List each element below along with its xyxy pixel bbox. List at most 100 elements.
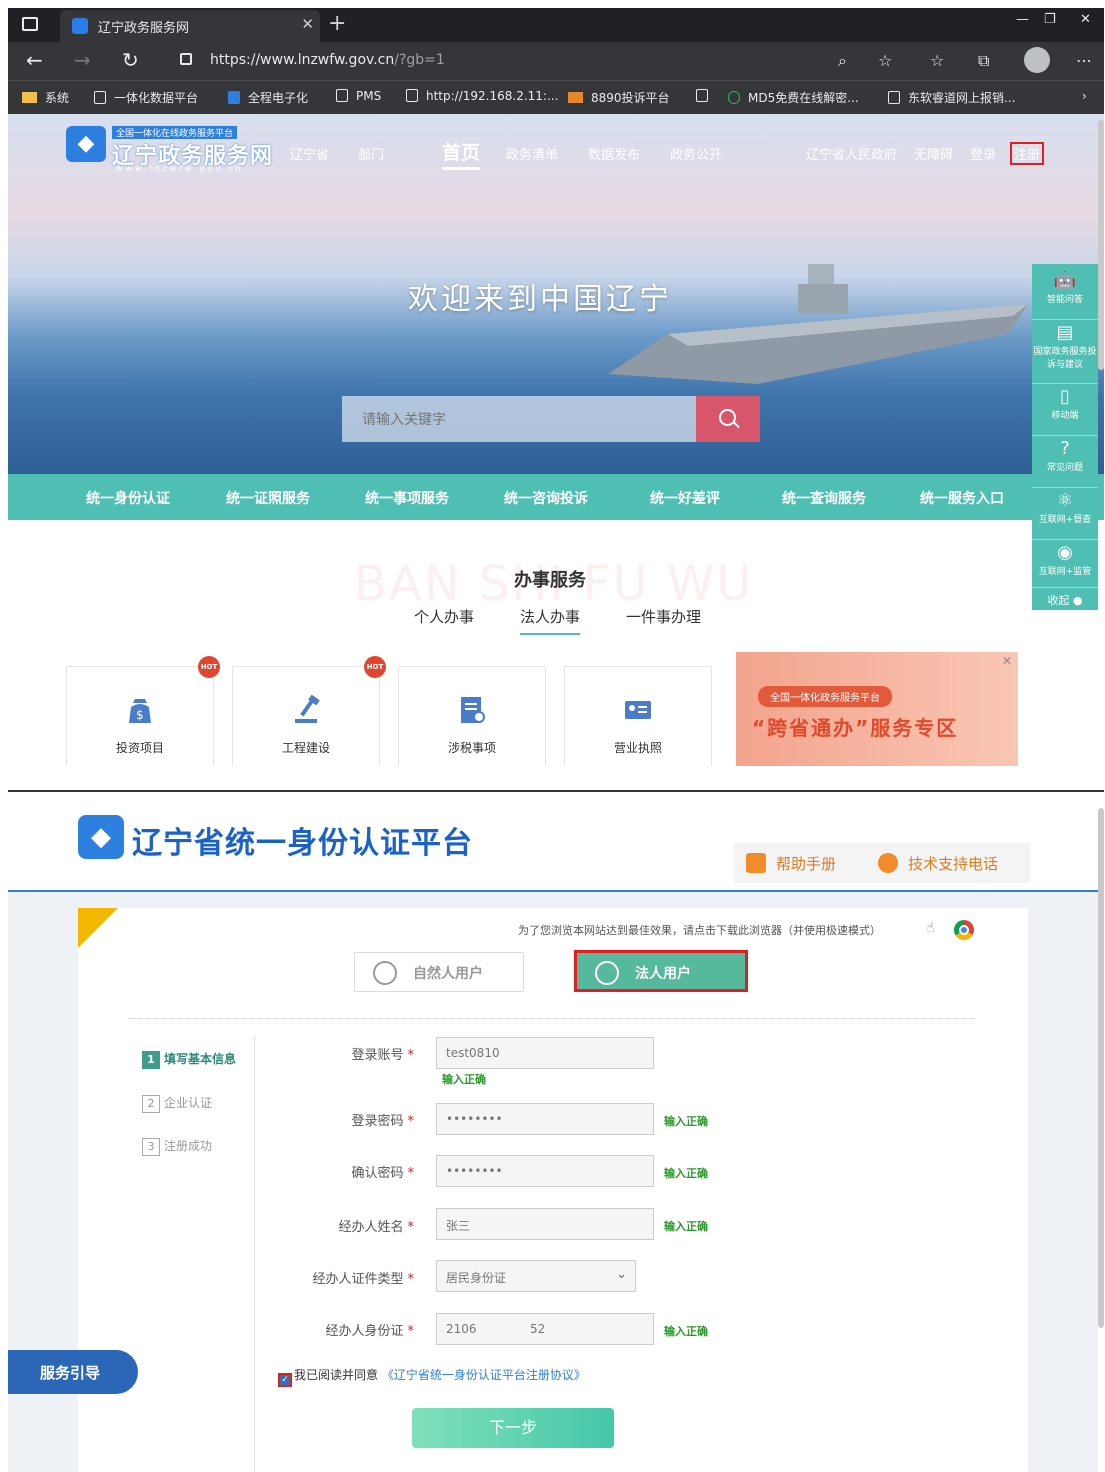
card-construction[interactable]: 工程建设	[232, 666, 380, 766]
chevron-right-icon[interactable]: ›	[1082, 89, 1087, 103]
dept-selector[interactable]: 部门	[358, 144, 384, 163]
bookmark-item[interactable]	[696, 89, 716, 103]
card-tax[interactable]: 涉税事项	[398, 666, 546, 766]
step-3: 3 注册成功	[142, 1137, 212, 1156]
phone-icon: ▯	[1060, 386, 1070, 407]
side-supervise[interactable]: ⚛ 互联网+督查	[1032, 490, 1098, 540]
menu-query[interactable]: 统一查询服务	[782, 488, 866, 508]
bookmark-item[interactable]: 全程电子化	[228, 89, 308, 106]
side-collapse[interactable]: 收起 ●	[1032, 592, 1098, 610]
more-icon[interactable]: ⋯	[1076, 51, 1092, 70]
menu-rating[interactable]: 统一好差评	[650, 488, 720, 508]
search-input[interactable]	[342, 396, 696, 442]
browser-tab[interactable]: 辽宁政务服务网 ✕	[60, 10, 320, 42]
menu-matters[interactable]: 统一事项服务	[365, 488, 449, 508]
new-tab-icon[interactable]: +	[328, 11, 346, 36]
agree-checkbox[interactable]: ✓	[278, 1373, 292, 1387]
card-label: 营业执照	[613, 741, 662, 755]
menu-license[interactable]: 统一证照服务	[226, 488, 310, 508]
menu-entry[interactable]: 统一服务入口	[920, 488, 1004, 508]
close-icon[interactable]: ✕	[1002, 654, 1012, 668]
platform-title: 辽宁省统一身份认证平台	[132, 826, 473, 861]
tab-legal[interactable]: 法人办事	[520, 606, 581, 635]
nav-data[interactable]: 数据发布	[588, 144, 640, 163]
bookmark-item[interactable]: 8890投诉平台	[568, 89, 670, 106]
search-button[interactable]	[696, 396, 760, 442]
cross-province-banner[interactable]: 全国一体化政务服务平台 “跨省通办”服务专区	[736, 652, 1018, 766]
step-2: 2 企业认证	[142, 1094, 212, 1113]
bookmark-item[interactable]: http://192.168.2.11:...	[406, 89, 558, 103]
favorites-icon[interactable]: ☆	[930, 51, 944, 70]
tab-actions-icon[interactable]	[22, 17, 38, 31]
chrome-download-icon[interactable]	[954, 920, 974, 940]
menu-consult[interactable]: 统一咨询投诉	[504, 488, 588, 508]
link-gov[interactable]: 辽宁省人民政府	[806, 144, 897, 163]
close-window-icon[interactable]: ✕	[1080, 12, 1091, 27]
next-step-button[interactable]: 下一步	[412, 1408, 614, 1448]
section-divider	[8, 790, 1104, 792]
side-qa[interactable]: 🤖 智能问答	[1032, 270, 1098, 320]
tech-support-link[interactable]: 技术支持电话	[878, 853, 998, 874]
tab-personal[interactable]: 个人办事	[414, 606, 474, 627]
robot-icon: 🤖	[1053, 270, 1077, 291]
side-mobile[interactable]: ▯ 移动端	[1032, 386, 1098, 436]
link-login[interactable]: 登录	[970, 144, 996, 163]
help-manual-link[interactable]: 帮助手册	[746, 853, 836, 874]
nav-home[interactable]: 首页	[442, 138, 481, 170]
back-icon[interactable]: ←	[26, 48, 43, 72]
platform-logo-icon: ◆	[78, 815, 124, 859]
minimize-icon[interactable]: —	[1016, 12, 1029, 27]
refresh-icon[interactable]: ↻	[122, 48, 139, 72]
browser-window: 辽宁政务服务网 ✕ + — ❐ ✕ ← → ↻ https://www.lnzw…	[8, 8, 1104, 766]
tab-natural-user[interactable]: 自然人用户	[354, 952, 524, 992]
image-icon	[336, 89, 348, 102]
svg-text:$: $	[136, 708, 144, 722]
id-number-input[interactable]: 2106 52	[436, 1313, 654, 1345]
card-investment[interactable]: $ 投资项目	[66, 666, 214, 766]
service-guide-button[interactable]: 服务引导	[8, 1350, 138, 1394]
forward-icon[interactable]: →	[74, 48, 91, 72]
site-logo-icon[interactable]: ◆	[66, 126, 106, 162]
operator-name-input[interactable]: 张三	[436, 1208, 654, 1240]
region-selector[interactable]: 辽宁省	[290, 144, 329, 163]
menu-identity[interactable]: 统一身份认证	[86, 488, 170, 508]
side-complaint[interactable]: ▤ 国家政务服务投诉与建议	[1032, 322, 1098, 384]
url-path: /?gb=1	[394, 52, 445, 68]
restore-icon[interactable]: ❐	[1044, 12, 1056, 27]
close-tab-icon[interactable]: ✕	[301, 15, 314, 33]
id-type-select[interactable]: 居民身份证 ⌄	[436, 1260, 636, 1292]
agreement-row: ✓ 我已阅读并同意 《辽宁省统一身份认证平台注册协议》	[278, 1366, 586, 1387]
zoom-icon[interactable]: ⌕	[838, 51, 847, 71]
url-field[interactable]: https://www.lnzwfw.gov.cn/?gb=1	[168, 46, 948, 76]
confirm-password-input[interactable]: ••••••••	[436, 1155, 654, 1187]
card-business-license[interactable]: 营业执照	[564, 666, 712, 766]
scrollbar[interactable]	[1098, 808, 1104, 1328]
corner-badge	[78, 908, 118, 948]
nav-list[interactable]: 政务清单	[506, 144, 558, 163]
tab-one-thing[interactable]: 一件事办理	[626, 606, 701, 627]
account-input[interactable]: test0810	[436, 1037, 654, 1069]
bookmark-item[interactable]: PMS	[336, 89, 381, 103]
link-accessibility[interactable]: 无障碍	[914, 144, 953, 163]
steps-divider	[254, 1036, 255, 1472]
profile-avatar[interactable]	[1024, 47, 1050, 73]
link-register[interactable]: 注册	[1010, 142, 1045, 165]
hero-banner: ◆ 全国一体化在线政务服务平台 辽宁政务服务网 www.lnzwfw.gov.c…	[8, 114, 1104, 474]
bookmark-item[interactable]: 系统	[22, 89, 69, 106]
bookmark-item[interactable]: 一体化数据平台	[94, 89, 198, 106]
side-faq[interactable]: ? 常见问题	[1032, 438, 1098, 488]
chevron-down-icon: ⌄	[616, 1267, 627, 1282]
bookmark-item[interactable]: MD5免费在线解密...	[728, 89, 859, 106]
app-icon	[568, 92, 583, 103]
scrollbar[interactable]	[1098, 120, 1104, 370]
nav-public[interactable]: 政务公开	[670, 144, 722, 163]
agreement-link[interactable]: 《辽宁省统一身份认证平台注册协议》	[382, 1368, 586, 1382]
side-panel: 🤖 智能问答 ▤ 国家政务服务投诉与建议 ▯ 移动端 ? 常见问题 ⚛ 互联网+督查 ◉ 互…	[1032, 264, 1098, 610]
tab-legal-user[interactable]: 法人用户	[574, 950, 748, 992]
password-input[interactable]: ••••••••	[436, 1103, 654, 1135]
lock-icon	[180, 53, 192, 65]
bookmark-item[interactable]: 东软睿道网上报销...	[888, 89, 1015, 106]
side-regulate[interactable]: ◉ 互联网+监管	[1032, 542, 1098, 588]
collections-icon[interactable]: ⧉	[978, 51, 989, 71]
favorite-add-icon[interactable]: ☆	[878, 51, 892, 70]
